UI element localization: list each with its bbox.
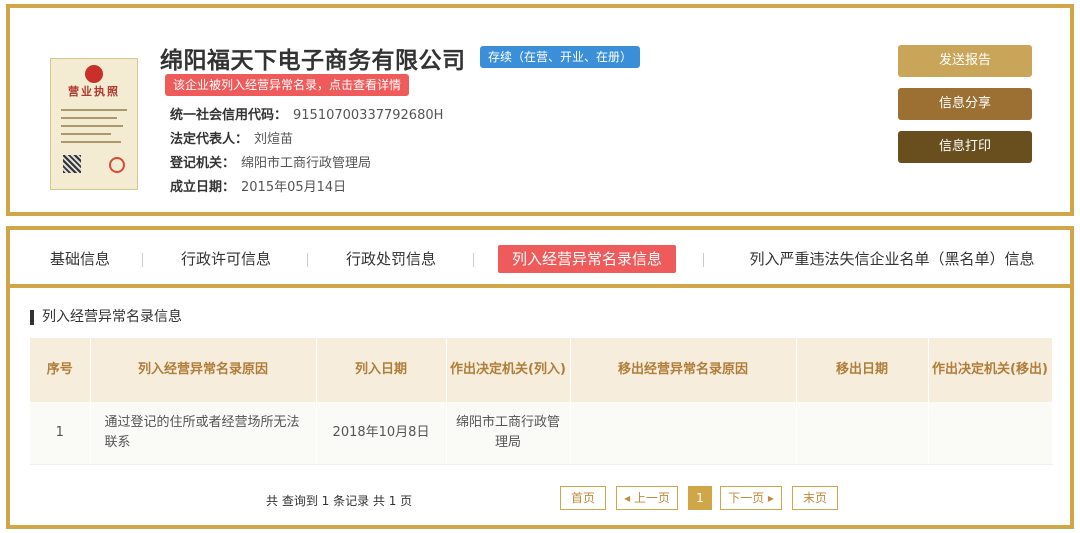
pager-summary: 共 查询到 1 条记录 共 1 页 bbox=[266, 494, 413, 508]
table-cell: 1 bbox=[30, 402, 91, 465]
abnormal-list-table: 序号 列入经营异常名录原因 列入日期 作出决定机关(列入) 移出经营异常名录原因… bbox=[30, 338, 1053, 465]
license-line bbox=[61, 117, 117, 119]
share-info-button[interactable]: 信息分享 bbox=[898, 88, 1032, 120]
status-badge: 存续（在营、开业、在册） bbox=[480, 46, 641, 68]
send-report-button[interactable]: 发送报告 bbox=[898, 45, 1032, 77]
tab-separator bbox=[307, 253, 308, 267]
prev-page-button[interactable]: ◂ 上一页 bbox=[616, 486, 678, 510]
credit-code-row: 统一社会信用代码： 91510700337792680H bbox=[170, 104, 443, 123]
license-line bbox=[61, 109, 127, 111]
license-line bbox=[61, 125, 123, 127]
qr-code-icon bbox=[63, 155, 81, 173]
license-line bbox=[61, 141, 121, 143]
tab-abnormal-list[interactable]: 列入经营异常名录信息 bbox=[498, 245, 677, 273]
registration-authority-label: 登记机关： bbox=[170, 156, 236, 171]
registration-authority-row: 登记机关： 绵阳市工商行政管理局 bbox=[170, 152, 371, 171]
last-page-button[interactable]: 末页 bbox=[792, 486, 838, 510]
company-name: 绵阳福天下电子商务有限公司 bbox=[160, 48, 466, 74]
registration-authority-value: 绵阳市工商行政管理局 bbox=[241, 156, 372, 171]
table-cell: 绵阳市工商行政管理局 bbox=[446, 402, 571, 465]
established-date-row: 成立日期： 2015年05月14日 bbox=[170, 176, 346, 195]
table-cell: 2018年10月8日 bbox=[316, 402, 447, 465]
column-header: 作出决定机关(移出) bbox=[928, 338, 1053, 402]
tab-separator bbox=[703, 253, 704, 267]
legal-rep-label: 法定代表人： bbox=[170, 132, 249, 147]
column-header: 列入日期 bbox=[316, 338, 447, 402]
column-header: 列入经营异常名录原因 bbox=[90, 338, 317, 402]
print-info-button[interactable]: 信息打印 bbox=[898, 131, 1032, 163]
seal-icon bbox=[109, 157, 125, 173]
established-date-label: 成立日期： bbox=[170, 180, 236, 195]
tab-bar: 基础信息 行政许可信息 行政处罚信息 列入经营异常名录信息 列入严重违法失信企业… bbox=[10, 230, 1070, 288]
column-header: 移出日期 bbox=[796, 338, 929, 402]
table-cell bbox=[928, 402, 1053, 465]
legal-rep-row: 法定代表人： 刘煊苗 bbox=[170, 128, 293, 147]
first-page-button[interactable]: 首页 bbox=[560, 486, 606, 510]
credit-code-label: 统一社会信用代码： bbox=[170, 108, 288, 123]
table-cell: 通过登记的住所或者经营场所无法联系 bbox=[90, 402, 317, 465]
column-header: 作出决定机关(列入) bbox=[446, 338, 571, 402]
section-title: 列入经营异常名录信息 bbox=[30, 310, 182, 325]
company-header-panel: 营业执照 绵阳福天下电子商务有限公司 存续（在营、开业、在册） 该企业被列入经营… bbox=[6, 4, 1074, 216]
column-header: 序号 bbox=[30, 338, 91, 402]
legal-rep-value: 刘煊苗 bbox=[254, 132, 294, 147]
license-line bbox=[61, 133, 111, 135]
abnormal-alert-link[interactable]: 该企业被列入经营异常名录，点击查看详情 bbox=[165, 74, 410, 96]
tab-separator bbox=[473, 253, 474, 267]
next-page-button[interactable]: 下一页 ▸ bbox=[720, 486, 782, 510]
business-license-image: 营业执照 bbox=[50, 58, 138, 190]
table-row: 1 通过登记的住所或者经营场所无法联系 2018年10月8日 绵阳市工商行政管理… bbox=[30, 402, 1053, 465]
tab-basic-info[interactable]: 基础信息 bbox=[40, 245, 120, 273]
table-cell bbox=[570, 402, 797, 465]
current-page-button[interactable]: 1 bbox=[688, 486, 712, 510]
table-cell bbox=[796, 402, 929, 465]
tab-admin-license[interactable]: 行政许可信息 bbox=[170, 245, 282, 273]
license-title: 营业执照 bbox=[68, 85, 120, 98]
details-panel: 基础信息 行政许可信息 行政处罚信息 列入经营异常名录信息 列入严重违法失信企业… bbox=[6, 226, 1074, 529]
credit-code-value: 91510700337792680H bbox=[293, 108, 444, 123]
column-header: 移出经营异常名录原因 bbox=[570, 338, 797, 402]
table-header-row: 序号 列入经营异常名录原因 列入日期 作出决定机关(列入) 移出经营异常名录原因… bbox=[30, 338, 1053, 402]
tab-admin-penalty[interactable]: 行政处罚信息 bbox=[335, 245, 447, 273]
established-date-value: 2015年05月14日 bbox=[241, 180, 347, 195]
national-emblem-icon bbox=[85, 65, 103, 83]
tab-blacklist[interactable]: 列入严重违法失信企业名单（黑名单）信息 bbox=[732, 245, 1052, 273]
tab-separator bbox=[142, 253, 143, 267]
